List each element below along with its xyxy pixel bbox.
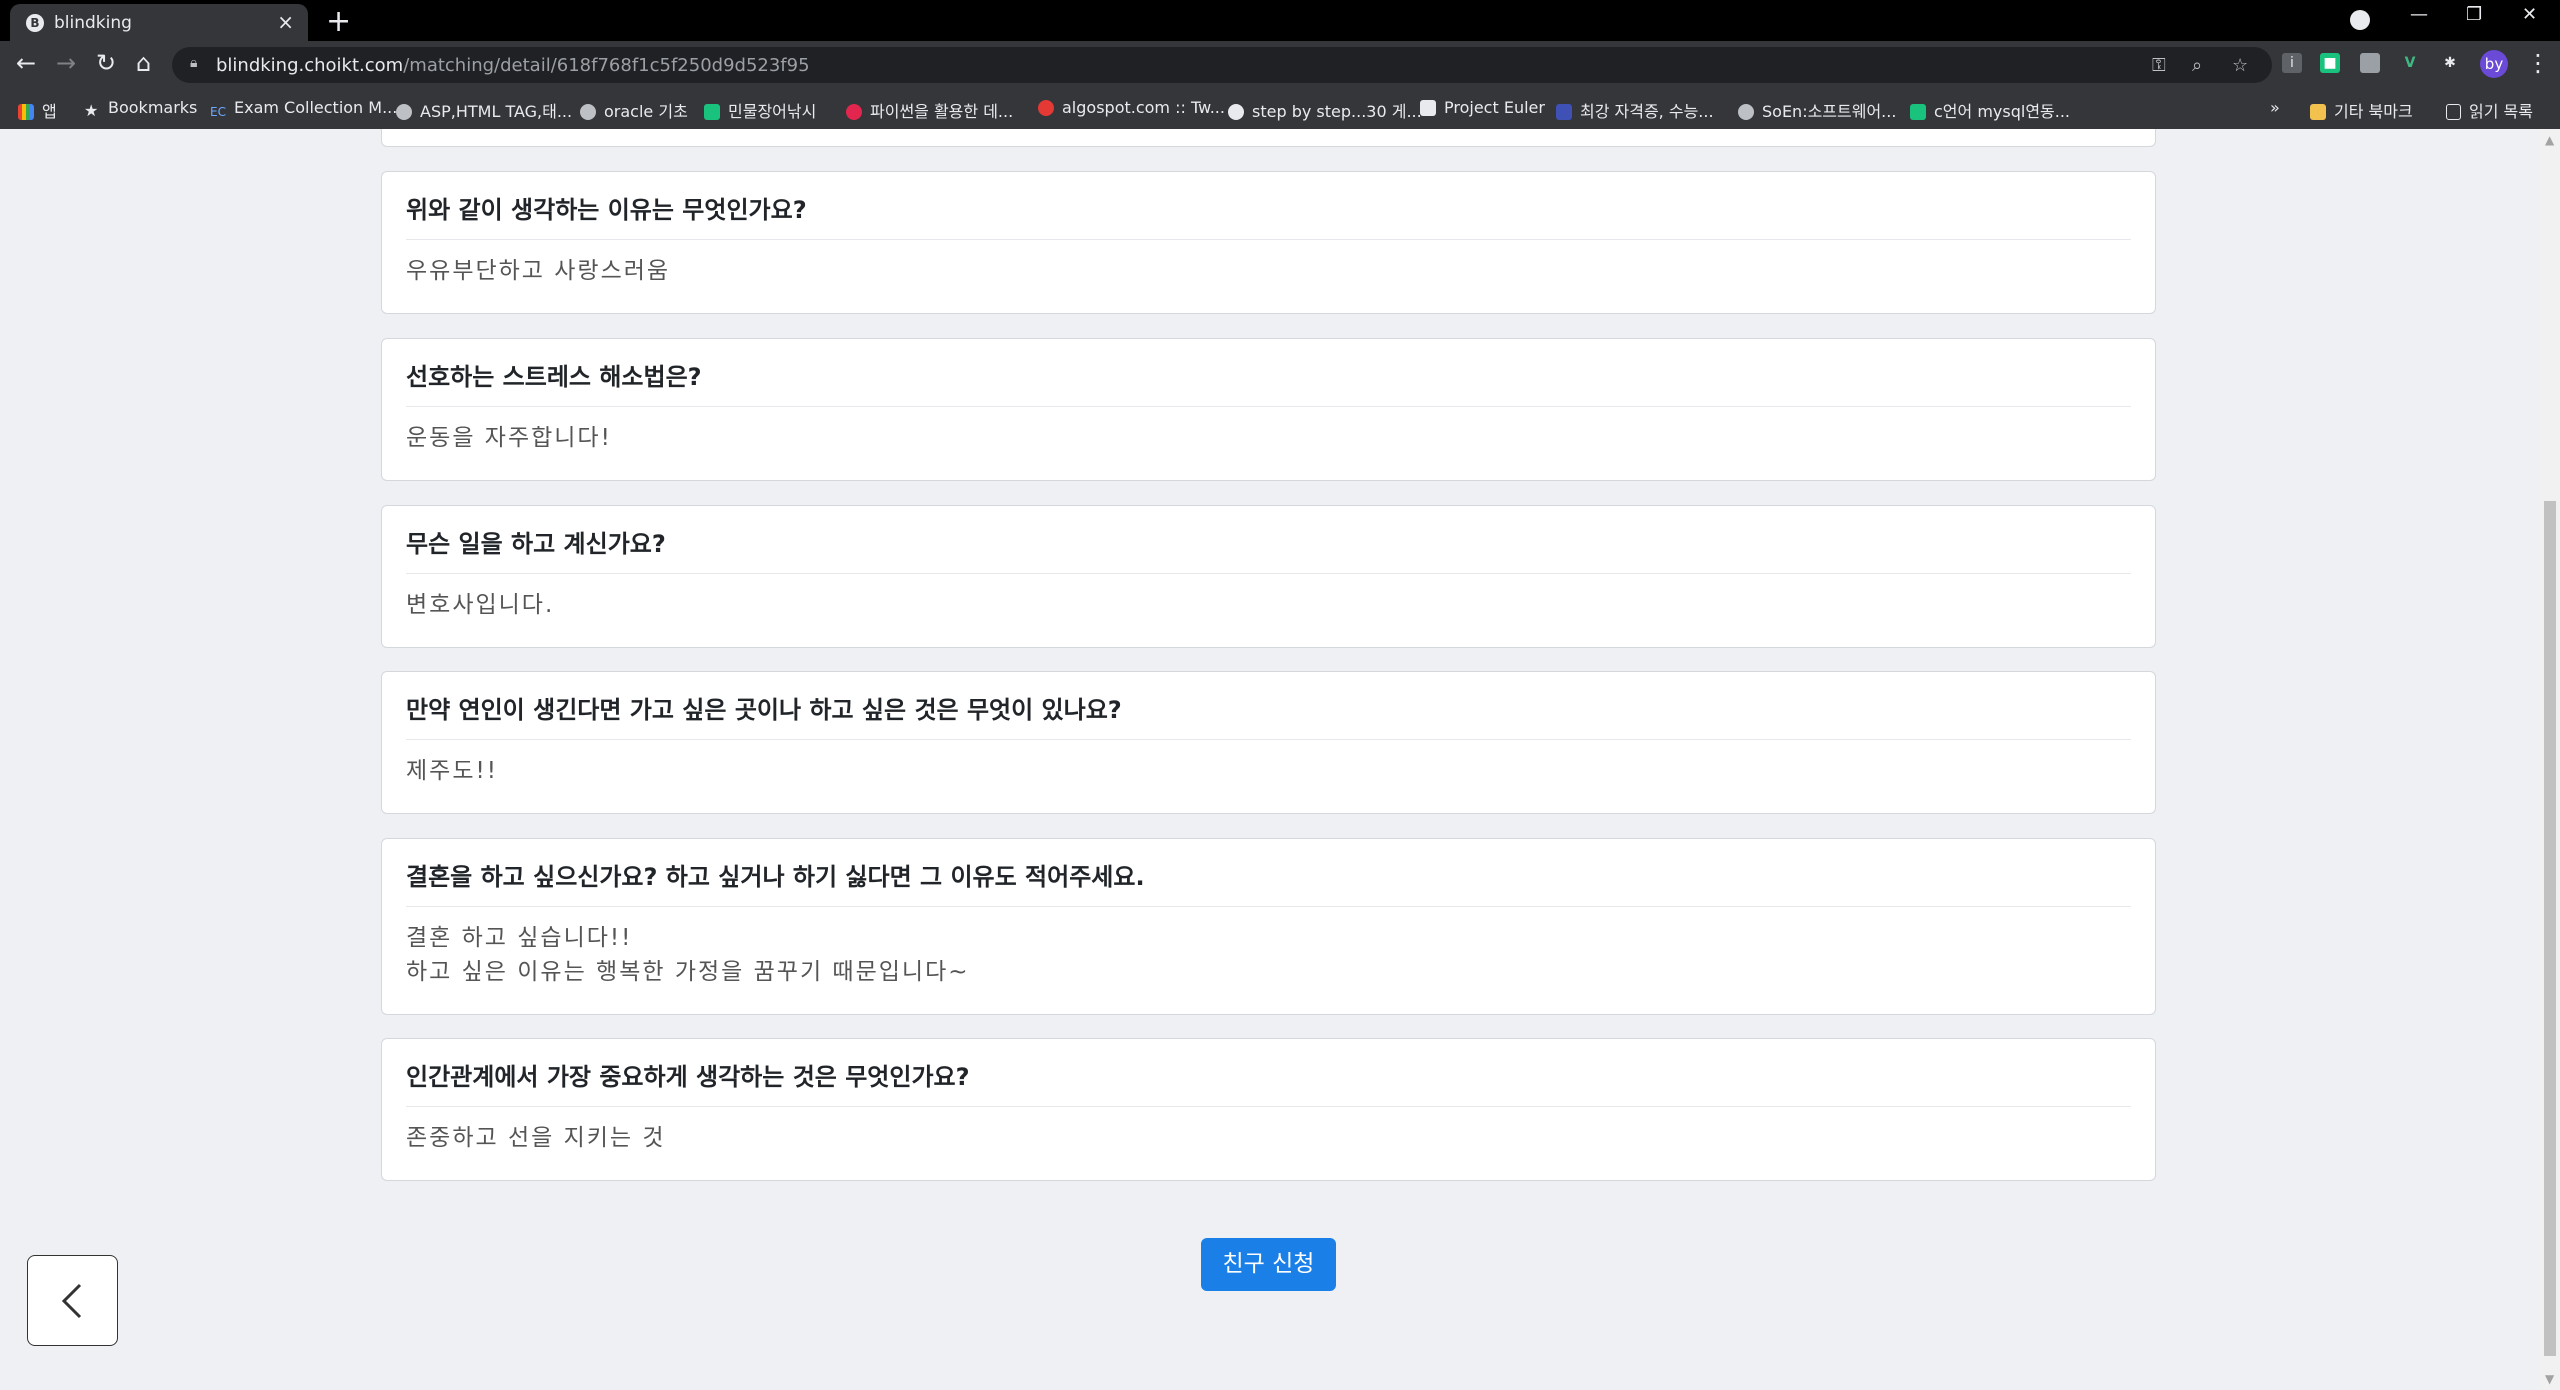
bookmark-item[interactable]: 파이썬을 활용한 데... — [846, 98, 1013, 122]
bookmarks-bar: 앱 ★ Bookmarks EC Exam Collection M... ASP,… — [0, 89, 2560, 130]
browser-tab-strip: B blindking × + — ❐ ✕ — [0, 0, 2560, 41]
extensions-puzzle-icon[interactable]: ✱ — [2440, 53, 2460, 73]
chevron-left-icon — [61, 1283, 82, 1319]
bookmark-item[interactable]: algospot.com :: Tw... — [1038, 98, 1225, 117]
previous-qa-card — [381, 129, 2156, 147]
naver-blog-icon — [1910, 104, 1926, 120]
vue-devtools-icon[interactable]: V — [2400, 53, 2420, 73]
qa-card: 무슨 일을 하고 계신가요? 변호사입니다. — [381, 505, 2156, 648]
qa-card: 인간관계에서 가장 중요하게 생각하는 것은 무엇인가요? 존중하고 선을 지키… — [381, 1038, 2156, 1181]
browser-menu-icon[interactable]: ⋮ — [2526, 49, 2550, 77]
qa-answer: 결혼 하고 싶습니다!! 하고 싶은 이유는 행복한 가정을 꿈꾸기 때문입니다… — [406, 925, 970, 985]
qa-divider — [406, 573, 2131, 574]
close-window-icon[interactable]: ✕ — [2522, 4, 2537, 25]
qa-question: 무슨 일을 하고 계신가요? — [406, 530, 666, 558]
qa-question: 만약 연인이 생긴다면 가고 싶은 곳이나 하고 싶은 것은 무엇이 있나요? — [406, 696, 1122, 724]
bookmark-item[interactable]: 앱 — [18, 98, 57, 122]
reload-icon[interactable]: ↻ — [96, 49, 116, 77]
friend-request-button[interactable]: 친구 신청 — [1201, 1238, 1336, 1291]
bookmark-star-icon[interactable]: ☆ — [2232, 55, 2248, 76]
globe-icon — [580, 104, 596, 120]
bookmark-item[interactable]: 민물장어낚시 — [704, 98, 816, 122]
site-favicon-icon: B — [26, 14, 44, 32]
qa-answer: 우유부단하고 사랑스러움 — [406, 258, 671, 284]
minimize-window-icon[interactable]: — — [2410, 4, 2428, 25]
bookmark-item[interactable]: 최강 자격증, 수능... — [1556, 98, 1714, 122]
qa-answer: 제주도!! — [406, 758, 498, 784]
ec-icon: EC — [210, 105, 226, 119]
bookmark-item[interactable]: SoEn:소프트웨어... — [1738, 98, 1896, 122]
back-nav-icon[interactable]: ← — [16, 49, 36, 77]
scrollbar-thumb[interactable] — [2544, 501, 2556, 1356]
scroll-up-icon[interactable]: ▲ — [2545, 133, 2554, 147]
browser-tab[interactable]: B blindking × — [10, 4, 308, 41]
new-tab-icon[interactable]: + — [326, 4, 351, 39]
python-icon — [846, 104, 862, 120]
qa-card: 결혼을 하고 싶으신가요? 하고 싶거나 하기 싫다면 그 이유도 적어주세요.… — [381, 838, 2156, 1015]
star-icon: ★ — [84, 101, 99, 120]
folder-icon — [2310, 104, 2326, 120]
euler-icon — [1420, 100, 1436, 116]
qa-answer: 존중하고 선을 지키는 것 — [406, 1125, 666, 1151]
address-bar[interactable]: 🔒︎ blindking.choikt.com/matching/detail/… — [172, 47, 2272, 83]
qa-divider — [406, 739, 2131, 740]
bookmarks-overflow-button[interactable]: » — [2270, 98, 2280, 117]
bookmark-item[interactable]: c언어 mysql연동... — [1910, 98, 2070, 122]
key-icon[interactable]: ⚿ — [2152, 55, 2166, 76]
bookmark-item[interactable]: EC Exam Collection M... — [210, 98, 397, 121]
qa-card: 선호하는 스트레스 해소법은? 운동을 자주합니다! — [381, 338, 2156, 481]
extension-info-icon[interactable]: i — [2282, 53, 2302, 73]
extension-green-icon[interactable]: ■ — [2320, 53, 2340, 73]
qa-card: 위와 같이 생각하는 이유는 무엇인가요? 우유부단하고 사랑스러움 — [381, 171, 2156, 314]
algospot-icon — [1038, 100, 1054, 116]
reading-list-icon — [2446, 104, 2461, 120]
qa-divider — [406, 906, 2131, 907]
scroll-down-icon[interactable]: ▼ — [2545, 1372, 2554, 1386]
close-tab-icon[interactable]: × — [277, 10, 294, 34]
bookmark-item[interactable]: oracle 기초 — [580, 98, 688, 122]
github-icon — [1228, 104, 1244, 120]
bookmark-item[interactable]: Project Euler — [1420, 98, 1545, 117]
qa-question: 인간관계에서 가장 중요하게 생각하는 것은 무엇인가요? — [406, 1063, 970, 1091]
naver-icon — [704, 104, 720, 120]
qa-divider — [406, 239, 2131, 240]
qa-question: 위와 같이 생각하는 이유는 무엇인가요? — [406, 196, 807, 224]
media-control-icon[interactable] — [2350, 10, 2370, 30]
tab-title: blindking — [54, 13, 132, 33]
qa-question: 선호하는 스트레스 해소법은? — [406, 363, 702, 391]
profile-avatar[interactable]: by — [2480, 50, 2508, 78]
qa-answer: 변호사입니다. — [406, 592, 555, 618]
home-icon[interactable]: ⌂ — [136, 49, 151, 77]
other-bookmarks-folder[interactable]: 기타 북마크 — [2310, 98, 2413, 122]
extension-gray-icon[interactable] — [2360, 53, 2380, 73]
bookmark-item[interactable]: ASP,HTML TAG,태... — [396, 98, 572, 122]
restore-window-icon[interactable]: ❐ — [2466, 4, 2482, 25]
qa-question: 결혼을 하고 싶으신가요? 하고 싶거나 하기 싫다면 그 이유도 적어주세요. — [406, 863, 1145, 891]
forward-nav-icon[interactable]: → — [56, 49, 76, 77]
bookmark-item[interactable]: ★ Bookmarks — [84, 98, 197, 120]
ebs-icon — [1556, 104, 1572, 120]
go-back-button[interactable] — [27, 1255, 118, 1346]
browser-toolbar: ← → ↻ ⌂ 🔒︎ blindking.choikt.com/matching… — [0, 41, 2560, 89]
apps-grid-icon — [18, 104, 34, 120]
zoom-icon[interactable]: ⌕ — [2192, 55, 2202, 76]
qa-divider — [406, 406, 2131, 407]
globe-icon — [396, 104, 412, 120]
qa-card: 만약 연인이 생긴다면 가고 싶은 곳이나 하고 싶은 것은 무엇이 있나요? … — [381, 671, 2156, 814]
qa-answer: 운동을 자주합니다! — [406, 425, 612, 451]
url-text: blindking.choikt.com/matching/detail/618… — [216, 55, 810, 76]
qa-divider — [406, 1106, 2131, 1107]
bookmark-item[interactable]: step by step...30 게... — [1228, 98, 1422, 122]
lock-icon: 🔒︎ — [190, 55, 198, 71]
page-scrollbar[interactable]: ▲ ▼ — [2540, 129, 2560, 1390]
reading-list-button[interactable]: 읽기 목록 — [2446, 98, 2533, 122]
globe-icon — [1738, 104, 1754, 120]
